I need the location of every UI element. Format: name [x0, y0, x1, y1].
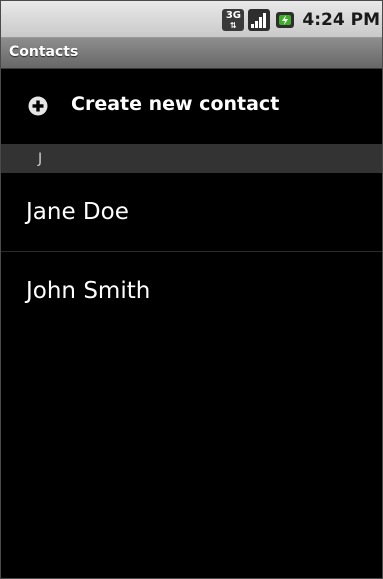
plus-circle-icon [28, 96, 48, 116]
create-new-contact-button[interactable]: Create new contact [1, 69, 382, 143]
contact-name: Jane Doe [26, 199, 129, 225]
create-new-contact-label: Create new contact [71, 93, 280, 115]
contact-name: John Smith [26, 278, 151, 304]
3g-data-icon: 3G ⇅ [222, 9, 245, 31]
data-arrows: ⇅ [230, 21, 237, 30]
status-clock: 4:24 PM [302, 10, 380, 30]
status-icons: 3G ⇅ 4:24 PM [222, 8, 380, 32]
battery-charging-icon [274, 9, 296, 31]
title-bar: Contacts [1, 38, 382, 69]
section-header-letter: J [38, 151, 43, 167]
phone-screen: 3G ⇅ 4:24 PM Contacts Create new contact… [0, 0, 383, 579]
status-bar: 3G ⇅ 4:24 PM [1, 1, 382, 38]
page-title: Contacts [9, 44, 79, 60]
list-item-contact[interactable]: John Smith [1, 252, 382, 330]
network-type-label: 3G [225, 10, 241, 21]
section-header: J [1, 144, 382, 173]
list-item-contact[interactable]: Jane Doe [1, 173, 382, 251]
signal-strength-icon [248, 9, 271, 31]
